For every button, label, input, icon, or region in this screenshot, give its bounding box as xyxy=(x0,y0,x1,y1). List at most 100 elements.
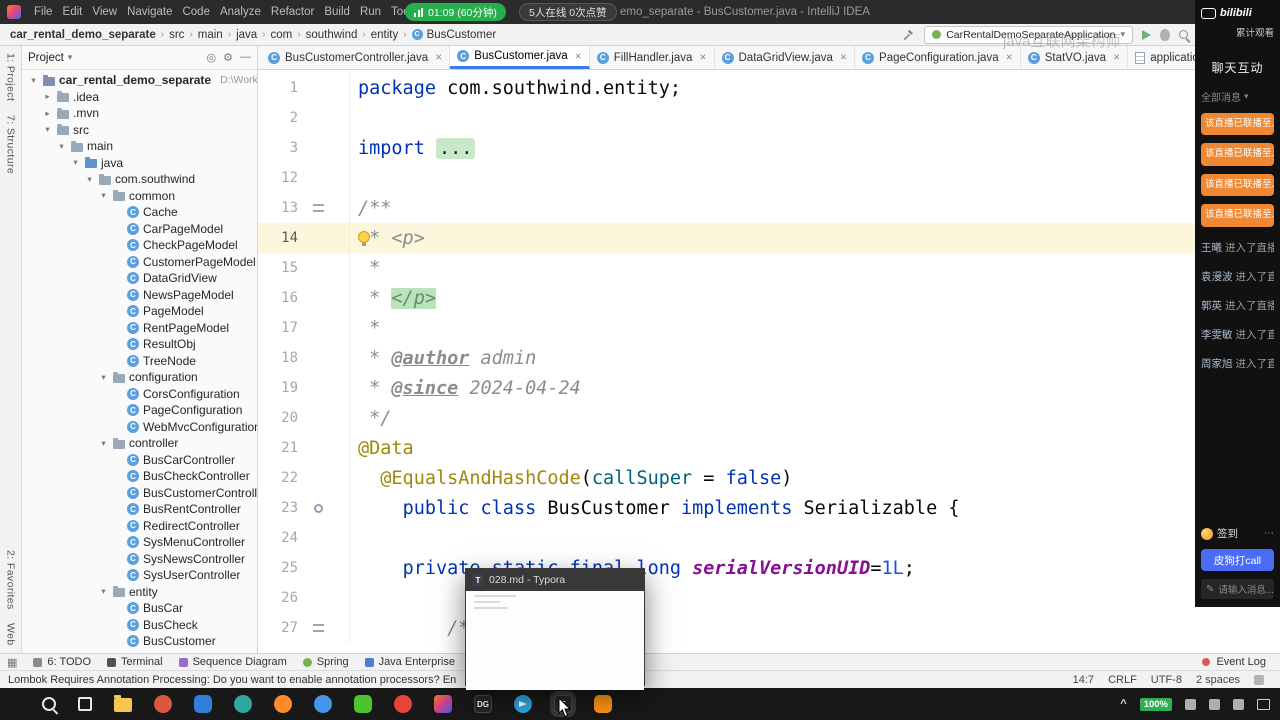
close-icon[interactable]: ✕ xyxy=(435,52,442,63)
status-message[interactable]: Lombok Requires Annotation Processing: D… xyxy=(8,674,456,686)
gear-icon[interactable]: ⚙ xyxy=(223,51,233,64)
toolstrip-web[interactable]: Web xyxy=(5,623,17,646)
live-link-banner[interactable]: 该直播已联播至.. xyxy=(1201,204,1274,227)
menu-file[interactable]: File xyxy=(29,0,58,24)
tree-item-treenode[interactable]: C TreeNode xyxy=(22,353,257,370)
tree-item-.mvn[interactable]: ▸ .mvn xyxy=(22,105,257,122)
tree-item-java[interactable]: ▾ java xyxy=(22,155,257,172)
network-icon[interactable] xyxy=(1233,698,1244,710)
bili-chat-input[interactable]: ✎ 请输入消息... xyxy=(1201,579,1274,599)
chevron-down-icon[interactable]: ▾ xyxy=(70,157,81,168)
tree-item-com.southwind[interactable]: ▾ com.southwind xyxy=(22,171,257,188)
code-line-27[interactable]: 27 /** xyxy=(258,613,1280,643)
menu-run[interactable]: Run xyxy=(355,0,386,24)
code-line-21[interactable]: 21 @Data xyxy=(258,433,1280,463)
toolstrip-favorites[interactable]: 2: Favorites xyxy=(5,550,17,610)
more-icon[interactable]: ⋯ xyxy=(1264,528,1274,539)
tree-item-entity[interactable]: ▾ entity xyxy=(22,584,257,601)
close-icon[interactable]: ✕ xyxy=(699,52,706,63)
tree-item-buscheck[interactable]: C BusCheck xyxy=(22,617,257,634)
intellij-idea-icon[interactable] xyxy=(434,695,452,713)
firefox-icon[interactable] xyxy=(274,695,292,713)
close-icon[interactable]: ✕ xyxy=(575,51,582,62)
app-icon-3[interactable] xyxy=(234,695,252,713)
menu-build[interactable]: Build xyxy=(319,0,355,24)
chevron-down-icon[interactable]: ▾ xyxy=(98,190,109,201)
code-line-14[interactable]: 14 * <p> xyxy=(258,223,1280,253)
tree-item-sysmenucontroller[interactable]: C SysMenuController xyxy=(22,534,257,551)
toolwindow-switcher-icon[interactable]: ▦ xyxy=(7,656,17,669)
bili-call-button[interactable]: 皮狗打call xyxy=(1201,549,1274,571)
code-line-24[interactable]: 24 xyxy=(258,523,1280,553)
breadcrumb-item-car-rental-demo-separate[interactable]: car_rental_demo_separate xyxy=(9,29,157,41)
code-line-22[interactable]: 22 @EqualsAndHashCode(callSuper = false) xyxy=(258,463,1280,493)
caret-position[interactable]: 14:7 xyxy=(1073,674,1094,686)
tree-item-src[interactable]: ▾ src xyxy=(22,122,257,139)
tray-expand-icon[interactable]: ^ xyxy=(1120,698,1126,710)
close-icon[interactable]: ✕ xyxy=(1113,52,1120,63)
code-line-26[interactable]: 26 xyxy=(258,583,1280,613)
chevron-down-icon[interactable]: ▾ xyxy=(98,372,109,383)
menu-code[interactable]: Code xyxy=(177,0,215,24)
chevron-down-icon[interactable]: ▾ xyxy=(28,75,39,86)
chevron-down-icon[interactable]: ▾ xyxy=(84,174,95,185)
comment-gutter-icon[interactable] xyxy=(302,204,334,212)
tree-item-car-rental-demo-separate[interactable]: ▾ car_rental_demo_separate D:\WorkSpace\Id xyxy=(22,72,257,89)
breadcrumb-item-main[interactable]: main xyxy=(197,29,224,41)
lock-icon[interactable] xyxy=(1254,674,1264,685)
tree-item-corsconfiguration[interactable]: C CorsConfiguration xyxy=(22,386,257,403)
breadcrumb-item-com[interactable]: com xyxy=(270,29,294,41)
code-line-13[interactable]: 13 /** xyxy=(258,193,1280,223)
volume-icon[interactable] xyxy=(1209,698,1220,710)
tree-item-buscarcontroller[interactable]: C BusCarController xyxy=(22,452,257,469)
code-line-20[interactable]: 20 */ xyxy=(258,403,1280,433)
code-line-15[interactable]: 15 * xyxy=(258,253,1280,283)
breadcrumb-item-buscustomer[interactable]: C BusCustomer xyxy=(411,29,498,41)
code-line-16[interactable]: 16 * </p> xyxy=(258,283,1280,313)
tree-item-main[interactable]: ▾ main xyxy=(22,138,257,155)
screenshot-tool-icon[interactable] xyxy=(594,695,612,713)
tree-item-busrentcontroller[interactable]: C BusRentController xyxy=(22,501,257,518)
tree-item-customerpagemodel[interactable]: C CustomerPageModel xyxy=(22,254,257,271)
code-line-12[interactable]: 12 xyxy=(258,163,1280,193)
indent-setting[interactable]: 2 spaces xyxy=(1196,674,1240,686)
toolwindow-terminal[interactable]: Terminal xyxy=(107,656,163,668)
tree-item-newspagemodel[interactable]: C NewsPageModel xyxy=(22,287,257,304)
tree-item-pageconfiguration[interactable]: C PageConfiguration xyxy=(22,402,257,419)
datagrip-icon[interactable]: DG xyxy=(474,695,492,713)
hide-panel-icon[interactable]: ― xyxy=(240,51,251,64)
tree-item-carpagemodel[interactable]: C CarPageModel xyxy=(22,221,257,238)
mouse-icon[interactable] xyxy=(1185,698,1196,710)
tree-item-webmvcconfiguration[interactable]: C WebMvcConfiguration xyxy=(22,419,257,436)
code-line-17[interactable]: 17 * xyxy=(258,313,1280,343)
tree-item-sysnewscontroller[interactable]: C SysNewsController xyxy=(22,551,257,568)
debug-button[interactable] xyxy=(1160,28,1170,41)
toolwindow-6-todo[interactable]: 6: TODO xyxy=(33,656,91,668)
tree-item-rentpagemodel[interactable]: C RentPageModel xyxy=(22,320,257,337)
tree-item-.idea[interactable]: ▸ .idea xyxy=(22,89,257,106)
toolwindow-spring[interactable]: Spring xyxy=(302,656,349,668)
app-icon-4[interactable] xyxy=(314,695,332,713)
tree-item-controller[interactable]: ▾ controller xyxy=(22,435,257,452)
close-icon[interactable]: ✕ xyxy=(840,52,847,63)
typora-titlebar[interactable]: T 028.md - Typora xyxy=(466,569,644,591)
app-icon-5[interactable] xyxy=(394,695,412,713)
typora-document[interactable] xyxy=(466,595,644,690)
code-line-1[interactable]: 1 package com.southwind.entity; xyxy=(258,73,1280,103)
live-link-banner[interactable]: 该直播已联播至.. xyxy=(1201,173,1274,197)
chevron-down-icon[interactable]: ▾ xyxy=(98,586,109,597)
bili-message-filter[interactable]: 全部消息 ▾ xyxy=(1201,89,1274,104)
tree-item-cache[interactable]: C Cache xyxy=(22,204,257,221)
breadcrumb-item-src[interactable]: src xyxy=(168,29,185,41)
code-line-23[interactable]: 23 public class BusCustomer implements S… xyxy=(258,493,1280,523)
locate-file-icon[interactable]: ◎ xyxy=(207,51,217,64)
tab-datagridview.java[interactable]: C DataGridView.java ✕ xyxy=(715,46,856,69)
project-panel-title[interactable]: Project xyxy=(28,52,64,64)
notification-center-icon[interactable] xyxy=(1257,698,1270,710)
toolwindow-sequence-diagram[interactable]: Sequence Diagram xyxy=(178,656,287,668)
file-encoding[interactable]: UTF-8 xyxy=(1151,674,1182,686)
intention-bulb-icon[interactable] xyxy=(358,231,370,246)
app-icon-2[interactable] xyxy=(194,695,212,713)
live-link-banner[interactable]: 该直播已联播至.. xyxy=(1201,113,1274,136)
chevron-down-icon[interactable]: ▾ xyxy=(98,438,109,449)
